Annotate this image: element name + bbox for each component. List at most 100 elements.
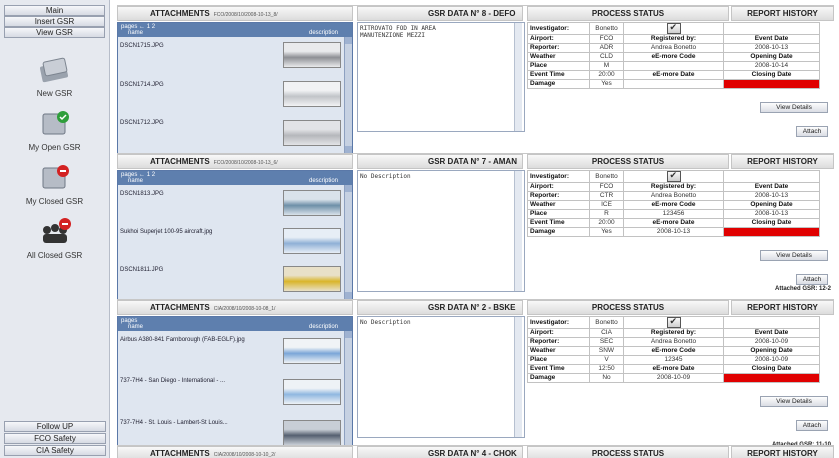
attachment-thumbnail[interactable] [283, 337, 341, 364]
attachments-title: ATTACHMENTS [150, 157, 210, 166]
emore-code-label: eE-more Code [623, 200, 724, 210]
attachment-thumbnail[interactable] [283, 42, 341, 69]
attachment-row[interactable]: DSCN1813.JPG [118, 185, 344, 223]
check-icon[interactable] [666, 23, 681, 34]
view-gsr-button[interactable]: View GSR [4, 27, 105, 38]
attachment-row[interactable]: DSCN1712.JPG [118, 114, 344, 153]
emore-date-value [623, 79, 724, 89]
gsr-description-field[interactable]: No Description [357, 170, 525, 292]
emore-date-label: eE-more Date [623, 218, 724, 228]
attachment-filename[interactable]: 737-7H4 - San Diego - International - ..… [120, 378, 270, 385]
investigator-label: Investigator: [527, 22, 590, 35]
attachment-thumbnail[interactable] [283, 266, 341, 292]
event-time-label: Event Time [527, 218, 590, 228]
description-column-header[interactable]: description [309, 178, 338, 184]
description-column-header[interactable]: description [309, 30, 338, 36]
gsr-info-table: Investigator: Bonetto Airport: CIA Regis… [527, 316, 820, 383]
attachment-thumbnail[interactable] [283, 420, 341, 447]
attachments-list-header: pages ← 1 2 name description [118, 171, 352, 185]
attachment-filename[interactable]: DSCN1715.JPG [120, 43, 270, 50]
new-gsr-icon [35, 54, 75, 86]
attachment-filename[interactable]: Airbus A380-841 Farnborough (FAB-EGLF).j… [120, 337, 270, 344]
all-closed-gsr-icon [35, 216, 75, 248]
weather-value: CLD [589, 52, 624, 62]
gsr-description-field[interactable]: No Description [357, 316, 525, 438]
reporter-label: Reporter: [527, 337, 590, 347]
attachment-thumbnail[interactable] [283, 228, 341, 254]
attachments-header: ATTACHMENTS FCO/2008/10/2008-10-13_6/ [117, 154, 353, 169]
cia-safety-button[interactable]: CIA Safety [4, 445, 106, 456]
attachment-row[interactable]: Airbus A380-841 Farnborough (FAB-EGLF).j… [118, 331, 344, 372]
description-column-header[interactable]: description [309, 324, 338, 330]
check-icon[interactable] [666, 171, 681, 182]
process-status-header: PROCESS STATUS [527, 300, 729, 315]
scroll-up-arrow[interactable] [345, 37, 352, 44]
attach-button[interactable]: Attach [796, 274, 828, 285]
attachment-thumbnail[interactable] [283, 119, 341, 146]
gsr-data-header: GSR DATA N° 2 - BSKE [357, 300, 523, 315]
nav-my-open-gsr[interactable]: My Open GSR [0, 108, 109, 152]
emore-date-label: eE-more Date [623, 364, 724, 374]
name-column-header[interactable]: name [128, 324, 143, 330]
damage-label: Damage [527, 227, 590, 237]
view-details-button[interactable]: View Details [760, 250, 828, 261]
weather-value: SNW [589, 346, 624, 356]
gsr-description-scrollbar[interactable] [514, 23, 522, 131]
weather-label: Weather [527, 200, 590, 210]
attach-button[interactable]: Attach [796, 126, 828, 137]
attachment-row[interactable]: Sukhoi Superjet 100-95 aircraft.jpg [118, 223, 344, 261]
airport-label: Airport: [527, 182, 590, 192]
scroll-up-arrow[interactable] [345, 331, 352, 338]
gsr-description-field[interactable]: RITROVATO FOD IN AREA MANUTENZIONE MEZZI [357, 22, 525, 132]
event-time-value: 20:00 [589, 218, 624, 228]
attachments-scrollbar[interactable] [344, 37, 352, 153]
nav-my-closed-gsr[interactable]: My Closed GSR [0, 162, 109, 206]
report-history-header: REPORT HISTORY [731, 6, 834, 21]
reporter-label: Reporter: [527, 43, 590, 53]
name-column-header[interactable]: name [128, 178, 143, 184]
opening-date-label: Opening Date [723, 200, 820, 210]
gsr-description-scrollbar[interactable] [514, 317, 522, 437]
main-button[interactable]: Main [4, 5, 105, 16]
history-empty [723, 316, 820, 329]
scroll-down-arrow[interactable] [345, 292, 352, 299]
gsr-panel-4: ATTACHMENTS CIA/2008/10/2008-10-10_2/ GSR… [117, 445, 834, 458]
follow-up-button[interactable]: Follow UP [4, 421, 106, 432]
attachment-row[interactable]: DSCN1811.JPG [118, 261, 344, 299]
attachment-filename[interactable]: DSCN1811.JPG [120, 267, 270, 274]
scroll-up-arrow[interactable] [345, 185, 352, 192]
insert-gsr-button[interactable]: Insert GSR [4, 16, 105, 27]
investigator-value: Bonetto [589, 22, 624, 35]
attachments-path: CIA/2008/10/2008-10-08_1/ [213, 306, 276, 312]
event-date-label: Event Date [723, 328, 820, 338]
name-column-header[interactable]: name [128, 30, 143, 36]
attachment-row[interactable]: DSCN1715.JPG [118, 37, 344, 76]
attachment-thumbnail[interactable] [283, 190, 341, 216]
attachments-scrollbar[interactable] [344, 331, 352, 455]
report-history-header: REPORT HISTORY [731, 446, 834, 458]
weather-label: Weather [527, 346, 590, 356]
nav-all-closed-gsr[interactable]: All Closed GSR [0, 216, 109, 260]
attachment-filename[interactable]: 737-7H4 - St. Louis - Lambert-St Louis..… [120, 420, 270, 427]
closed-gsr-icon [35, 162, 75, 194]
attachment-filename[interactable]: DSCN1813.JPG [120, 191, 270, 198]
check-icon[interactable] [666, 317, 681, 328]
attach-button[interactable]: Attach [796, 420, 828, 431]
attachment-row[interactable]: DSCN1714.JPG [118, 76, 344, 115]
view-details-button[interactable]: View Details [760, 102, 828, 113]
attachment-filename[interactable]: Sukhoi Superjet 100-95 aircraft.jpg [120, 229, 270, 236]
view-details-button[interactable]: View Details [760, 396, 828, 407]
attachment-filename[interactable]: DSCN1714.JPG [120, 82, 270, 89]
attachment-row[interactable]: 737-7H4 - San Diego - International - ..… [118, 372, 344, 413]
attachment-thumbnail[interactable] [283, 378, 341, 405]
fco-safety-button[interactable]: FCO Safety [4, 433, 106, 444]
nav-my-open-gsr-label: My Open GSR [28, 143, 81, 152]
scroll-down-arrow[interactable] [345, 146, 352, 153]
attachments-scrollbar[interactable] [344, 185, 352, 299]
nav-new-gsr[interactable]: New GSR [0, 54, 109, 98]
attachment-rows: Airbus A380-841 Farnborough (FAB-EGLF).j… [118, 331, 344, 455]
attachment-thumbnail[interactable] [283, 80, 341, 107]
gsr-description-scrollbar[interactable] [514, 171, 522, 291]
attachments-header: ATTACHMENTS CIA/2008/10/2008-10-08_1/ [117, 300, 353, 315]
attachment-filename[interactable]: DSCN1712.JPG [120, 120, 270, 127]
